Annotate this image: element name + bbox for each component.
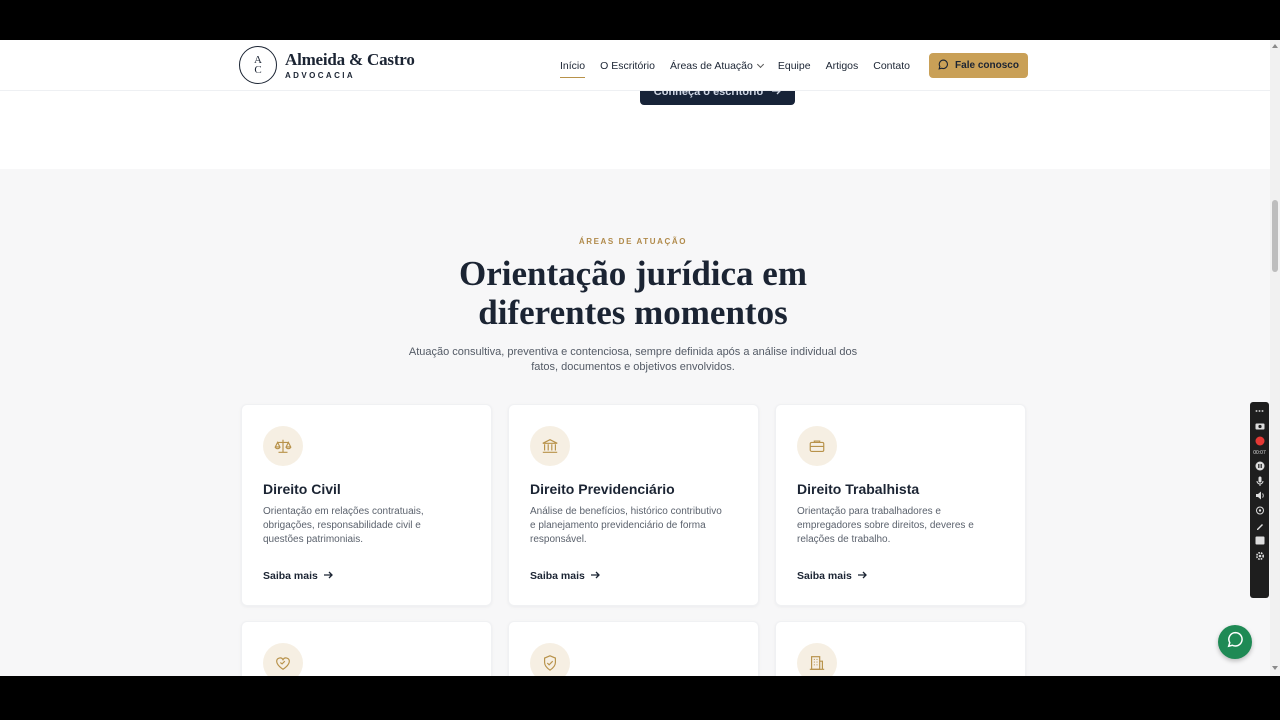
briefcase-icon <box>797 426 837 466</box>
arrow-right-icon <box>590 570 600 582</box>
card-link-saiba-mais[interactable]: Saiba mais <box>530 570 600 582</box>
browser-viewport: Conheça o escritório AC Almeida & Castro… <box>0 40 1280 676</box>
scales-icon <box>263 426 303 466</box>
section-title-line-1: Orientação jurídica em <box>459 254 807 293</box>
screen-bottom-bar <box>0 676 1280 720</box>
floating-chat-button[interactable] <box>1218 625 1252 659</box>
webcam-icon[interactable] <box>1254 505 1265 516</box>
nav-item-areas-label: Áreas de Atuação <box>669 60 753 72</box>
nav-item-equipe[interactable]: Equipe <box>778 60 811 72</box>
screen-recorder-panel: 00:07 <box>1250 402 1269 598</box>
page-scrollbar[interactable] <box>1270 40 1280 676</box>
practice-card-partial-2[interactable] <box>508 621 759 676</box>
practice-card-trabalhista[interactable]: Direito Trabalhista Orientação para trab… <box>775 404 1026 606</box>
card-title: Direito Previdenciário <box>530 481 675 497</box>
arrow-right-icon <box>323 570 333 582</box>
chat-bubble-icon <box>1227 631 1244 653</box>
shield-check-icon <box>530 643 570 676</box>
chevron-down-icon <box>756 60 764 69</box>
card-description: Orientação em relações contratuais, obri… <box>263 506 424 545</box>
card-link-label: Saiba mais <box>263 570 318 582</box>
card-description: Orientação para trabalhadores e empregad… <box>797 506 974 545</box>
settings-gear-icon[interactable] <box>1254 550 1265 561</box>
camera-icon[interactable] <box>1254 420 1265 431</box>
scroll-up-arrow-icon[interactable] <box>1272 44 1278 48</box>
heart-handshake-icon <box>263 643 303 676</box>
section-title-line-2: diferentes momentos <box>478 293 788 332</box>
card-title: Direito Civil <box>263 481 341 497</box>
practice-areas-section: ÁREAS DE ATUAÇÃO Orientação jurídica em … <box>0 169 1270 676</box>
site-header: AC Almeida & Castro ADVOCACIA Início O E… <box>0 40 1270 91</box>
logo-monogram-bottom: C <box>254 64 262 76</box>
section-title: Orientação jurídica em diferentes moment… <box>0 254 1266 332</box>
practice-card-previdenciario[interactable]: Direito Previdenciário Análise de benefí… <box>508 404 759 606</box>
brand-tagline: ADVOCACIA <box>285 71 356 80</box>
practice-card-civil[interactable]: Direito Civil Orientação em relações con… <box>241 404 492 606</box>
building-icon <box>797 643 837 676</box>
practice-card-partial-1[interactable] <box>241 621 492 676</box>
card-link-label: Saiba mais <box>797 570 852 582</box>
main-navigation: Início O Escritório Áreas de Atuação Equ… <box>560 60 910 78</box>
card-description: Análise de benefícios, histórico contrib… <box>530 506 722 545</box>
annotate-icon[interactable] <box>1254 520 1265 531</box>
speaker-icon[interactable] <box>1254 490 1265 501</box>
card-link-label: Saiba mais <box>530 570 585 582</box>
card-link-saiba-mais[interactable]: Saiba mais <box>797 570 867 582</box>
card-title: Direito Trabalhista <box>797 481 920 497</box>
scroll-down-arrow-icon[interactable] <box>1272 666 1278 670</box>
recording-timer: 00:07 <box>1253 450 1266 456</box>
arrow-right-icon <box>857 570 867 582</box>
drag-handle-icon[interactable] <box>1254 405 1265 416</box>
nav-item-contato[interactable]: Contato <box>873 60 910 72</box>
microphone-icon[interactable] <box>1254 475 1265 486</box>
nav-item-inicio[interactable]: Início <box>560 60 586 78</box>
record-icon[interactable] <box>1254 435 1265 446</box>
section-subtitle: Atuação consultiva, preventiva e contenc… <box>408 346 858 373</box>
logo-monogram: AC <box>239 46 277 84</box>
window-icon[interactable] <box>1254 535 1265 546</box>
nav-item-areas[interactable]: Áreas de Atuação <box>669 60 764 72</box>
nav-item-artigos[interactable]: Artigos <box>826 60 859 72</box>
section-eyebrow: ÁREAS DE ATUAÇÃO <box>578 237 688 246</box>
scrollbar-thumb[interactable] <box>1272 200 1278 272</box>
bank-icon <box>530 426 570 466</box>
screen-top-bar <box>0 0 1280 40</box>
nav-item-escritorio[interactable]: O Escritório <box>600 60 655 72</box>
site-logo[interactable]: AC Almeida & Castro ADVOCACIA <box>239 46 415 84</box>
chat-bubble-icon <box>938 59 949 73</box>
pause-icon[interactable] <box>1254 460 1265 471</box>
card-link-saiba-mais[interactable]: Saiba mais <box>263 570 333 582</box>
practice-card-partial-3[interactable] <box>775 621 1026 676</box>
contact-cta-button[interactable]: Fale conosco <box>929 53 1028 78</box>
contact-cta-label: Fale conosco <box>955 60 1019 71</box>
brand-name: Almeida & Castro <box>285 50 415 69</box>
